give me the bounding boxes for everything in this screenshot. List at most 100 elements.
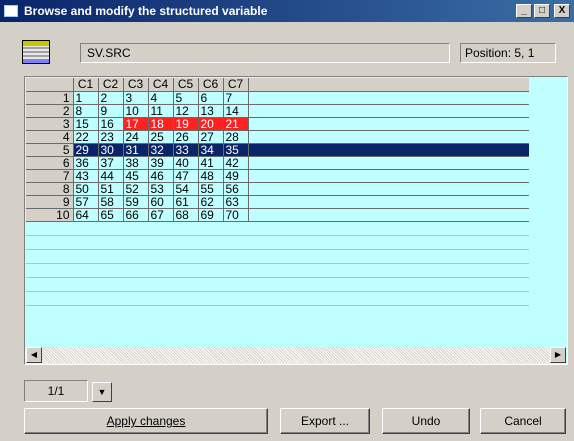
grid-cell[interactable]: 61: [173, 195, 199, 209]
grid-cell[interactable]: 43: [73, 169, 99, 183]
grid-cell[interactable]: 24: [123, 130, 149, 144]
grid-cell[interactable]: 36: [73, 156, 99, 170]
cancel-button[interactable]: Cancel: [480, 408, 566, 434]
grid-cell[interactable]: 30: [98, 143, 124, 157]
grid-cell[interactable]: 21: [223, 117, 249, 131]
grid-cell[interactable]: 18: [148, 117, 174, 131]
table-row[interactable]: 10 64 65 66 67 68 69 70: [26, 208, 529, 222]
grid-cell[interactable]: 17: [123, 117, 149, 131]
row-header[interactable]: 7: [26, 169, 74, 183]
row-header[interactable]: 5: [26, 143, 74, 157]
grid-cell[interactable]: 8: [73, 104, 99, 118]
grid-cell[interactable]: 16: [98, 117, 124, 131]
grid-cell[interactable]: 67: [148, 208, 174, 222]
grid-cell[interactable]: 26: [173, 130, 199, 144]
grid-cell[interactable]: 31: [123, 143, 149, 157]
grid-cell[interactable]: 46: [148, 169, 174, 183]
grid-cell[interactable]: 13: [198, 104, 224, 118]
grid-cell[interactable]: 2: [98, 91, 124, 105]
undo-button[interactable]: Undo: [382, 408, 470, 434]
grid-cell[interactable]: 11: [148, 104, 174, 118]
row-header[interactable]: 3: [26, 117, 74, 131]
column-header-c4[interactable]: C4: [148, 78, 174, 92]
grid-cell[interactable]: 49: [223, 169, 249, 183]
table-row[interactable]: 5 29 30 31 32 33 34 35: [26, 143, 529, 157]
apply-changes-button[interactable]: Apply changes: [24, 408, 268, 434]
grid-cell[interactable]: 22: [73, 130, 99, 144]
table-row[interactable]: 11234567: [26, 91, 529, 105]
row-header[interactable]: 2: [26, 104, 74, 118]
scroll-left-icon[interactable]: ◀: [26, 347, 42, 363]
page-dropdown-icon[interactable]: ▼: [92, 382, 112, 402]
grid-cell[interactable]: 70: [223, 208, 249, 222]
grid-cell[interactable]: 60: [148, 195, 174, 209]
grid-cell[interactable]: 7: [223, 91, 249, 105]
grid-cell[interactable]: 52: [123, 182, 149, 196]
grid-cell[interactable]: 37: [98, 156, 124, 170]
grid-cell[interactable]: 40: [173, 156, 199, 170]
grid-cell[interactable]: 28: [223, 130, 249, 144]
column-header-c7[interactable]: C7: [223, 78, 249, 92]
row-header[interactable]: 6: [26, 156, 74, 170]
grid-cell[interactable]: 68: [173, 208, 199, 222]
grid-cell[interactable]: 57: [73, 195, 99, 209]
grid-cell[interactable]: 51: [98, 182, 124, 196]
grid-cell[interactable]: 47: [173, 169, 199, 183]
grid-cell[interactable]: 48: [198, 169, 224, 183]
grid-cell[interactable]: 63: [223, 195, 249, 209]
grid-cell[interactable]: 65: [98, 208, 124, 222]
grid-corner[interactable]: [26, 78, 74, 92]
grid-cell[interactable]: 29: [73, 143, 99, 157]
row-header[interactable]: 4: [26, 130, 74, 144]
column-header-c3[interactable]: C3: [123, 78, 149, 92]
grid-cell[interactable]: 10: [123, 104, 149, 118]
table-row[interactable]: 2 8 9 10 11 12 13 14: [26, 104, 529, 118]
column-header-c2[interactable]: C2: [98, 78, 124, 92]
grid-cell[interactable]: 3: [123, 91, 149, 105]
close-button[interactable]: X: [554, 4, 570, 18]
grid-cell[interactable]: 4: [148, 91, 174, 105]
column-header-c5[interactable]: C5: [173, 78, 199, 92]
grid-cell[interactable]: 33: [173, 143, 199, 157]
table-row[interactable]: 3 15 16 17 18 19 20 21: [26, 117, 529, 131]
column-header-c1[interactable]: C1: [73, 78, 99, 92]
grid-cell[interactable]: 5: [173, 91, 199, 105]
horizontal-scrollbar[interactable]: ◀ ▶: [26, 347, 566, 363]
grid-table[interactable]: C1 C2 C3 C4 C5 C6 C7 1 1 2 3 4 5 6 7 2 8 9 10 11 12 13 14 3 15 1…: [26, 78, 529, 306]
table-row[interactable]: 9 57 58 59 60 61 62 63: [26, 195, 529, 209]
grid-cell[interactable]: 45: [123, 169, 149, 183]
grid-cell[interactable]: 55: [198, 182, 224, 196]
row-header[interactable]: 1: [26, 91, 74, 105]
grid-cell[interactable]: 35: [223, 143, 249, 157]
grid-cell[interactable]: 25: [148, 130, 174, 144]
row-header[interactable]: 9: [26, 195, 74, 209]
table-row[interactable]: 7 43 44 45 46 47 48 49: [26, 169, 529, 183]
grid-viewport[interactable]: C1 C2 C3 C4 C5 C6 C7 1 1 2 3 4 5 6 7 2 8 9 10 11 12 13 14 3 15 1…: [26, 78, 566, 347]
grid-cell[interactable]: 62: [198, 195, 224, 209]
maximize-button[interactable]: □: [534, 4, 550, 18]
grid-cell[interactable]: 9: [98, 104, 124, 118]
table-row[interactable]: 4 22 23 24 25 26 27 28: [26, 130, 529, 144]
grid-cell[interactable]: 42: [223, 156, 249, 170]
row-header[interactable]: 8: [26, 182, 74, 196]
row-header[interactable]: 10: [26, 208, 74, 222]
grid-cell[interactable]: 58: [98, 195, 124, 209]
column-header-c6[interactable]: C6: [198, 78, 224, 92]
minimize-button[interactable]: _: [516, 4, 532, 18]
export-button[interactable]: Export ...: [280, 408, 370, 434]
grid-cell[interactable]: 59: [123, 195, 149, 209]
grid-cell[interactable]: 15: [73, 117, 99, 131]
grid-cell[interactable]: 50: [73, 182, 99, 196]
data-grid[interactable]: C1 C2 C3 C4 C5 C6 C7 1 1 2 3 4 5 6 7 2 8 9 10 11 12 13 14 3 15 1…: [24, 76, 568, 365]
grid-cell[interactable]: 53: [148, 182, 174, 196]
grid-cell[interactable]: 64: [73, 208, 99, 222]
table-row[interactable]: 8 50 51 52 53 54 55 56: [26, 182, 529, 196]
grid-cell[interactable]: 27: [198, 130, 224, 144]
scroll-right-icon[interactable]: ▶: [550, 347, 566, 363]
grid-cell[interactable]: 44: [98, 169, 124, 183]
grid-cell[interactable]: 41: [198, 156, 224, 170]
grid-cell[interactable]: 12: [173, 104, 199, 118]
title-bar[interactable]: Browse and modify the structured variabl…: [0, 0, 574, 22]
grid-cell[interactable]: 19: [173, 117, 199, 131]
grid-cell[interactable]: 56: [223, 182, 249, 196]
